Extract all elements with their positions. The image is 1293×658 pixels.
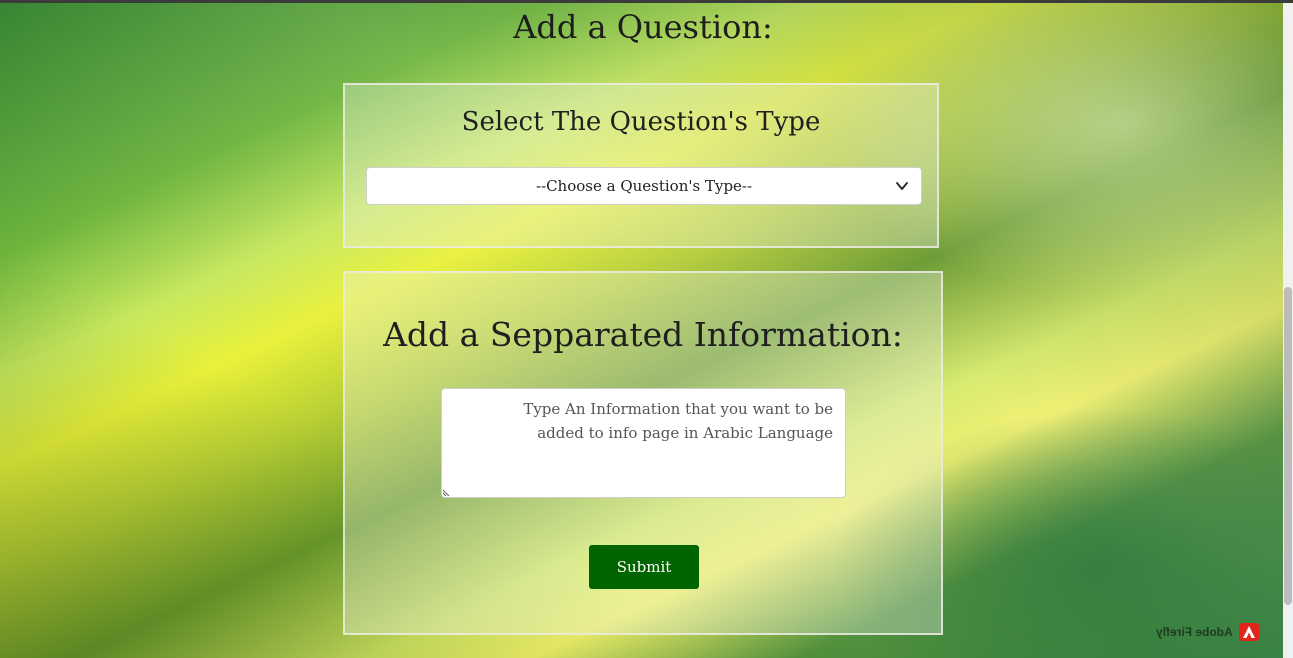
scrollbar-thumb[interactable] [1284,287,1292,605]
window-top-bar [0,0,1293,3]
question-type-select[interactable]: --Choose a Question's Type-- [366,167,922,205]
info-textarea[interactable]: Type An Information that you want to be … [441,388,846,498]
question-type-title: Select The Question's Type [461,107,821,137]
info-textarea-placeholder: Type An Information that you want to be … [523,400,833,442]
info-title: Add a Sepparated Information: [383,315,903,354]
adobe-firefly-watermark: Adobe Firefly [1156,622,1259,642]
watermark-text: Adobe Firefly [1156,625,1233,639]
question-type-select-value: --Choose a Question's Type-- [535,177,753,195]
info-panel: Add a Sepparated Information: Type An In… [343,271,943,635]
adobe-logo-icon [1238,623,1259,641]
page-title: Add a Question: [513,8,773,46]
chevron-down-icon [896,182,908,190]
question-type-panel: Select The Question's Type --Choose a Qu… [343,83,939,248]
submit-button[interactable]: Submit [589,545,699,589]
resize-handle-icon[interactable] [443,488,451,496]
